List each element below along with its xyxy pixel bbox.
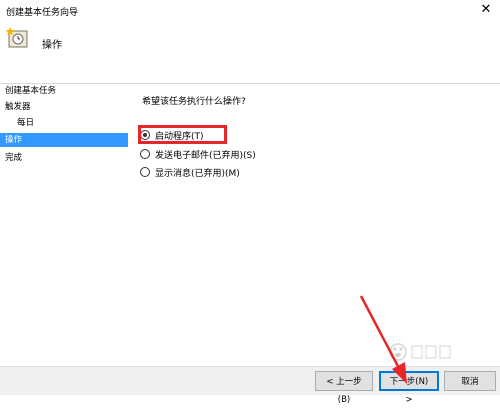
task-wizard-icon bbox=[6, 27, 28, 48]
back-button[interactable]: < 上一步(B) bbox=[315, 371, 373, 405]
sidebar-step-trigger: 触发器 bbox=[5, 102, 31, 112]
option-display-message-label: 显示消息(已弃用)(M) bbox=[155, 168, 240, 179]
radio-send-email[interactable] bbox=[140, 149, 150, 159]
next-button[interactable]: 下一步(N) > bbox=[379, 371, 439, 405]
wizard-header: 操作 bbox=[0, 22, 500, 84]
close-icon[interactable]: ✕ bbox=[478, 2, 494, 18]
cancel-button[interactable]: 取消 bbox=[444, 371, 496, 391]
option-start-program[interactable]: 启动程序(T) bbox=[138, 125, 227, 144]
wizard-content: 希望该任务执行什么操作? 启动程序(T) 发送电子邮件(已弃用)(S) 显示消息… bbox=[128, 84, 500, 366]
radio-display-message[interactable] bbox=[140, 167, 150, 177]
page-title: 操作 bbox=[42, 40, 62, 51]
sidebar-step-daily: 每日 bbox=[17, 118, 35, 128]
sidebar-step-create-basic-task: 创建基本任务 bbox=[5, 86, 57, 96]
option-send-email-label: 发送电子邮件(已弃用)(S) bbox=[155, 150, 256, 161]
window-title: 创建基本任务向导 bbox=[6, 8, 79, 18]
option-display-message[interactable]: 显示消息(已弃用)(M) bbox=[140, 165, 240, 179]
wizard-steps-sidebar: 创建基本任务 触发器 每日 操作 完成 bbox=[0, 84, 128, 366]
wizard-footer: < 上一步(B) 下一步(N) > 取消 bbox=[0, 366, 500, 405]
title-bar: 创建基本任务向导 ✕ bbox=[0, 0, 500, 22]
annotation-highlight-box bbox=[138, 125, 227, 144]
action-question: 希望该任务执行什么操作? bbox=[142, 97, 246, 107]
sidebar-step-action: 操作 bbox=[0, 133, 128, 147]
option-send-email[interactable]: 发送电子邮件(已弃用)(S) bbox=[140, 147, 256, 161]
baidu-watermark-logo bbox=[389, 343, 451, 361]
sidebar-step-finish: 完成 bbox=[5, 153, 23, 163]
